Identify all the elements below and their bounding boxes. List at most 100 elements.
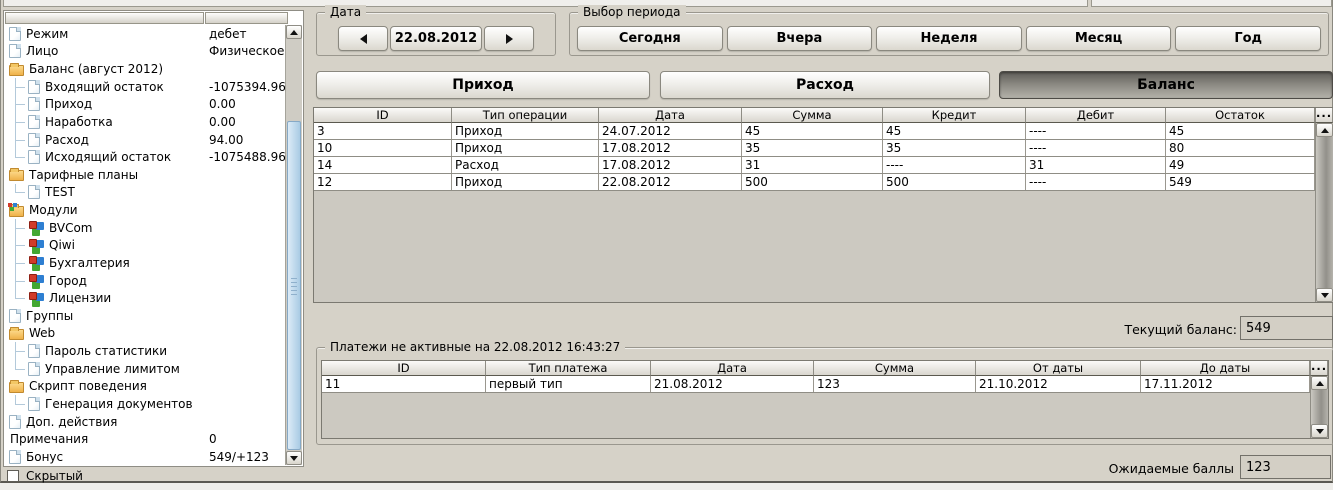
tree-item[interactable]: Скрипт поведения (5, 378, 287, 396)
table-cell: ---- (1026, 174, 1166, 190)
tree-item[interactable]: Модули (5, 201, 287, 219)
table-cell: 45 (1166, 123, 1315, 139)
scroll-up-button[interactable] (1316, 123, 1333, 137)
period-button-0[interactable]: Сегодня (577, 26, 723, 51)
tree-item[interactable]: Qiwi (5, 237, 287, 255)
column-header[interactable]: Сумма (814, 361, 976, 376)
column-header[interactable]: ID (322, 361, 486, 376)
tree-item[interactable]: Лицензии (5, 289, 287, 307)
down-arrow-icon (1321, 293, 1329, 298)
tree-connector (15, 131, 28, 149)
table-cell: 3 (314, 123, 452, 139)
period-button-2[interactable]: Неделя (876, 26, 1022, 51)
tree-item[interactable]: Расход94.00 (5, 131, 287, 149)
tree-connector (15, 78, 28, 96)
next-date-button[interactable] (484, 26, 534, 51)
column-header[interactable]: Дебит (1026, 108, 1166, 123)
table-config-button[interactable]: ... (1310, 361, 1328, 376)
period-button-4[interactable]: Год (1175, 26, 1321, 51)
tree-item[interactable]: Исходящий остаток-1075488.96 (5, 148, 287, 166)
module-icon (28, 273, 44, 288)
tree-item[interactable]: Группы (5, 307, 287, 325)
scroll-track[interactable] (1316, 137, 1333, 288)
tree-item[interactable]: TEST (5, 184, 287, 202)
table-cell: 17.08.2012 (599, 140, 742, 156)
column-header[interactable]: До даты (1141, 361, 1310, 376)
tree-item[interactable]: Бухгалтерия (5, 254, 287, 272)
tree-item[interactable]: Примечания0 (5, 430, 287, 448)
tree-item[interactable]: Баланс (август 2012) (5, 60, 287, 78)
tree-item[interactable]: Приход0.00 (5, 96, 287, 114)
column-header[interactable]: Дата (651, 361, 814, 376)
column-header[interactable]: Тип операции (452, 108, 599, 123)
scroll-track[interactable] (1311, 390, 1328, 424)
period-button-3[interactable]: Месяц (1026, 26, 1172, 51)
current-date-button[interactable]: 22.08.2012 (390, 26, 482, 51)
table-cell: 21.10.2012 (976, 376, 1141, 392)
scroll-down-button[interactable] (1311, 424, 1328, 438)
table-row[interactable]: 3Приход24.07.20124545----45 (314, 123, 1315, 140)
tree-item[interactable]: Управление лимитом (5, 360, 287, 378)
application-window: РежимдебетЛицоФизическоеБаланс (август 2… (0, 0, 1333, 483)
column-header[interactable]: Дата (599, 108, 742, 123)
tab-2[interactable]: Баланс (999, 71, 1333, 99)
column-header[interactable]: От даты (976, 361, 1141, 376)
tree-connector (15, 113, 28, 131)
tree-item[interactable]: Наработка0.00 (5, 113, 287, 131)
document-icon (9, 415, 21, 429)
scroll-track[interactable] (286, 39, 302, 451)
table-cell: 11 (322, 376, 486, 392)
tree-item-label: Лицензии (49, 291, 111, 305)
table-cell: Расход (452, 157, 599, 173)
scroll-down-button[interactable] (286, 451, 302, 465)
current-balance-field[interactable]: 549 (1240, 316, 1333, 340)
tree-item[interactable]: Тарифные планы (5, 166, 287, 184)
down-arrow-icon (290, 456, 298, 461)
table-cell: 45 (742, 123, 883, 139)
tree-item[interactable]: Web (5, 325, 287, 343)
scroll-up-button[interactable] (1311, 376, 1328, 390)
column-header[interactable]: ID (314, 108, 452, 123)
table-cell: ---- (1026, 123, 1166, 139)
hidden-checkbox[interactable] (7, 470, 19, 482)
table-row[interactable]: 14Расход17.08.201231----3149 (314, 157, 1315, 174)
table-row[interactable]: 10Приход17.08.20123535----80 (314, 140, 1315, 157)
tree-item[interactable]: Город (5, 272, 287, 290)
table-row[interactable]: 12Приход22.08.2012500500----549 (314, 174, 1315, 191)
expected-points-field[interactable]: 123 (1240, 455, 1331, 479)
tree-item[interactable]: BVCom (5, 219, 287, 237)
tree-item[interactable]: Бонус549/+123 (5, 448, 287, 465)
tree-item-label: Пароль статистики (45, 344, 167, 358)
expected-points-label: Ожидаемые баллы (1041, 461, 1234, 476)
prev-date-button[interactable] (338, 26, 388, 51)
tree-item[interactable]: Генерация документов (5, 395, 287, 413)
table-config-button[interactable]: ... (1315, 108, 1333, 123)
tree-item[interactable]: Пароль статистики (5, 342, 287, 360)
scroll-thumb[interactable] (287, 121, 301, 450)
current-balance-label: Текущий баланс: (1041, 322, 1237, 337)
tree-item[interactable]: Доп. действия (5, 413, 287, 431)
scroll-up-button[interactable] (286, 25, 302, 39)
tree-item[interactable]: Входящий остаток-1075394.96 (5, 78, 287, 96)
column-header[interactable]: Остаток (1166, 108, 1315, 123)
period-button-1[interactable]: Вчера (727, 26, 873, 51)
folder-icon (9, 65, 24, 76)
table-row[interactable]: 11первый тип21.08.201212321.10.201217.11… (322, 376, 1310, 393)
tree-scrollbar[interactable] (285, 25, 302, 465)
tab-1[interactable]: Расход (660, 71, 990, 99)
column-header[interactable]: Кредит (883, 108, 1026, 123)
table-scrollbar[interactable] (1315, 123, 1333, 302)
tree-name-column-header[interactable] (5, 12, 204, 24)
column-header[interactable]: Сумма (742, 108, 883, 123)
tab-0[interactable]: Приход (316, 71, 650, 99)
tree-item[interactable]: Режимдебет (5, 25, 287, 43)
tree-item-value: 94.00 (209, 133, 243, 147)
hidden-checkbox-row[interactable]: Скрытый (3, 469, 304, 483)
table-cell: Приход (452, 140, 599, 156)
tree-value-column-header[interactable] (205, 12, 288, 24)
tree-connector (15, 96, 28, 114)
table-scrollbar[interactable] (1310, 376, 1328, 438)
scroll-down-button[interactable] (1316, 288, 1333, 302)
column-header[interactable]: Тип платежа (486, 361, 651, 376)
tree-item[interactable]: ЛицоФизическое (5, 43, 287, 61)
